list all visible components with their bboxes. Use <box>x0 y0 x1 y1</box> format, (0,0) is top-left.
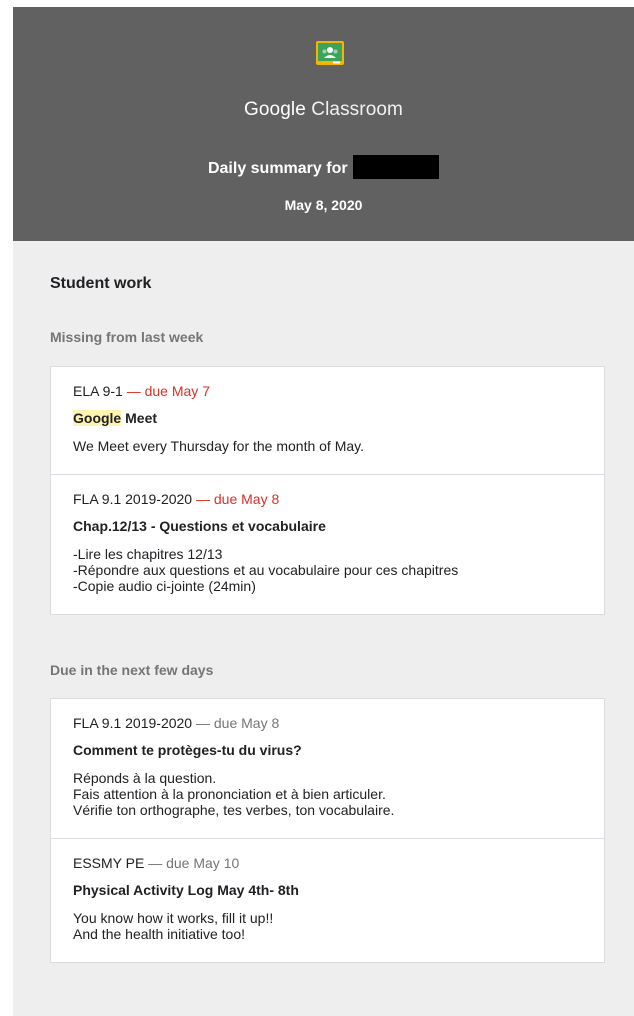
title-highlight: Google <box>73 410 122 426</box>
assignment-class: ELA 9-1 — due May 7 <box>73 367 582 400</box>
upcoming-card: FLA 9.1 2019-2020 — due May 8 Comment te… <box>50 698 605 963</box>
brand-google: Google <box>244 99 306 120</box>
assignment-item[interactable]: FLA 9.1 2019-2020 — due May 8 Chap.12/13… <box>51 474 604 614</box>
class-name: ESSMY PE <box>73 855 145 871</box>
brand-name: Google Classroom <box>13 99 634 121</box>
brand-classroom: Classroom <box>305 99 403 120</box>
assignment-item[interactable]: ELA 9-1 — due May 7 Google Meet We Meet … <box>51 367 604 474</box>
assignment-item[interactable]: FLA 9.1 2019-2020 — due May 8 Comment te… <box>51 699 604 838</box>
assignment-description: -Lire les chapitres 12/13 -Répondre aux … <box>73 546 582 614</box>
redacted-name <box>353 155 440 179</box>
class-name: ELA 9-1 <box>73 383 123 399</box>
assignment-class: FLA 9.1 2019-2020 — due May 8 <box>73 475 582 508</box>
class-name: FLA 9.1 2019-2020 <box>73 715 193 731</box>
assignment-description: We Meet every Thursday for the month of … <box>73 438 582 474</box>
class-name: FLA 9.1 2019-2020 <box>73 491 193 507</box>
summary-title: Daily summary for <box>13 155 634 179</box>
assignment-class: ESSMY PE — due May 10 <box>73 839 582 872</box>
due-date: — due May 8 <box>196 715 280 731</box>
assignment-class: FLA 9.1 2019-2020 — due May 8 <box>73 699 582 732</box>
assignment-title[interactable]: Chap.12/13 - Questions et vocabulaire <box>73 518 582 535</box>
google-classroom-logo-icon <box>316 41 344 65</box>
section-title: Student work <box>50 275 152 292</box>
email-header: Google Classroom Daily summary for May 8… <box>13 7 634 241</box>
description-line: -Lire les chapitres 12/13 <box>73 546 223 562</box>
missing-group-title: Missing from last week <box>50 329 204 345</box>
assignment-description: You know how it works, fill it up!! And … <box>73 910 582 962</box>
assignment-item[interactable]: ESSMY PE — due May 10 Physical Activity … <box>51 838 604 962</box>
description-line: Vérifie ton orthographe, tes verbes, ton… <box>73 802 395 818</box>
description-line: And the health initiative too! <box>73 926 246 942</box>
description-line: We Meet every Thursday for the month of … <box>73 438 365 454</box>
email-body: Student work Missing from last week ELA … <box>13 241 634 1016</box>
description-line: Fais attention à la prononciation et à b… <box>73 786 386 802</box>
assignment-title[interactable]: Google Meet <box>73 410 582 427</box>
due-date: — due May 10 <box>148 855 240 871</box>
assignment-description: Réponds à la question. Fais attention à … <box>73 770 582 838</box>
due-date: — due May 8 <box>196 491 280 507</box>
due-date: — due May 7 <box>126 383 210 399</box>
title-text: Meet <box>121 410 158 426</box>
description-line: -Copie audio ci-jointe (24min) <box>73 578 256 594</box>
assignment-title[interactable]: Comment te protèges-tu du virus? <box>73 742 582 759</box>
description-line: -Répondre aux questions et au vocabulair… <box>73 562 459 578</box>
summary-date: May 8, 2020 <box>284 197 363 213</box>
description-line: Réponds à la question. <box>73 770 217 786</box>
summary-title-text: Daily summary for <box>207 160 348 177</box>
missing-card: ELA 9-1 — due May 7 Google Meet We Meet … <box>50 366 605 615</box>
description-line: You know how it works, fill it up!! <box>73 910 274 926</box>
upcoming-group-title: Due in the next few days <box>50 662 214 678</box>
assignment-title[interactable]: Physical Activity Log May 4th- 8th <box>73 882 582 899</box>
